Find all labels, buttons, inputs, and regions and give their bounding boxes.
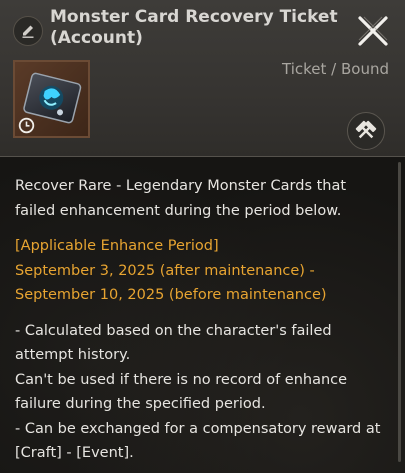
- close-x-icon: [358, 16, 388, 46]
- scrollbar[interactable]: [398, 162, 401, 462]
- item-type-label: Ticket / Bound: [282, 60, 389, 78]
- craft-button[interactable]: [347, 112, 385, 150]
- item-tooltip-panel: Monster Card Recovery Ticket (Account) T…: [0, 0, 405, 473]
- description-intro: Recover Rare - Legendary Monster Cards t…: [15, 178, 347, 219]
- item-icon-slot[interactable]: [13, 60, 90, 138]
- tooltip-header: Monster Card Recovery Ticket (Account) T…: [0, 0, 405, 157]
- note-calculated: - Calculated based on the character's fa…: [15, 322, 332, 364]
- clock-icon: [18, 117, 35, 134]
- period-dates: September 3, 2025 (after maintenance) - …: [15, 262, 327, 304]
- description-notes: - Calculated based on the character's fa…: [15, 319, 390, 466]
- enhance-period: [Applicable Enhance Period] September 3,…: [15, 234, 390, 308]
- close-button[interactable]: [354, 12, 392, 50]
- period-heading: [Applicable Enhance Period]: [15, 238, 219, 254]
- pencil-icon: [22, 25, 34, 38]
- item-description: Recover Rare - Legendary Monster Cards t…: [15, 174, 390, 473]
- edit-button[interactable]: [13, 16, 43, 46]
- note-no-record: Can't be used if there is no record of e…: [15, 371, 348, 413]
- crossed-hammers-icon: [355, 120, 377, 139]
- note-exchange: - Can be exchanged for a compensatory re…: [15, 420, 381, 462]
- item-title: Monster Card Recovery Ticket (Account): [50, 7, 338, 48]
